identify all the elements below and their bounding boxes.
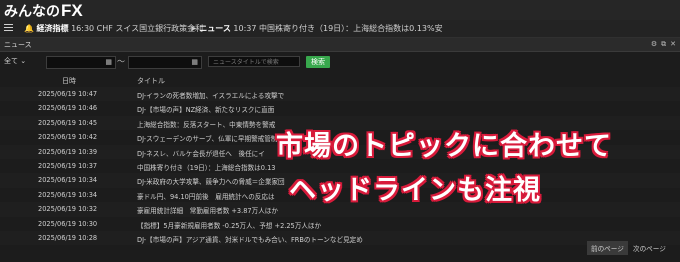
news-date: 2025/06/19 10:34 xyxy=(38,190,98,199)
search-button[interactable]: 検索 xyxy=(306,56,330,68)
gear-icon[interactable]: ⚙ xyxy=(651,40,657,48)
news-date: 2025/06/19 10:37 xyxy=(38,161,98,170)
news-row[interactable]: 2025/06/19 10:46 DJ-【市場の声】NZ経済、新たなリスクに直面 xyxy=(0,101,680,115)
filter-bar: 全て ⌄ ▦ ～ ▦ ニュースタイトルで検索 検索 xyxy=(0,52,680,69)
next-page-button[interactable]: 次のページ xyxy=(633,241,666,255)
news-search-input[interactable]: ニュースタイトルで検索 xyxy=(208,56,300,67)
news-list: 2025/06/19 10:47 DJ-イランの死者数増加、イスラエルによる攻撃で… xyxy=(0,87,680,246)
date-to-input[interactable]: ▦ xyxy=(128,56,202,69)
ticker-text-indicator: 16:30 CHF スイス国立銀行政策金利 xyxy=(71,24,204,33)
panel-header: ニュース ⚙ ⧉ ✕ xyxy=(0,38,680,52)
date-range-separator: ～ xyxy=(117,57,125,66)
news-title[interactable]: DJ-【市場の声】アジア通貨、対米ドルでもみ合い、FRBのトーンなど見定め xyxy=(137,234,363,244)
ticker-bar: 🔔 経済指標 16:30 CHF スイス国立銀行政策金利 ➤ ニュース 10:3… xyxy=(0,20,680,38)
news-title[interactable]: DJ-イランの死者数増加、イスラエルによる攻撃で xyxy=(137,90,284,100)
caption-line-1: 市場のトピックに合わせて xyxy=(276,131,612,162)
app-header: みんなのFX xyxy=(0,0,680,20)
category-select[interactable]: 全て ⌄ xyxy=(4,56,26,66)
caption-line-2: ヘッドラインも注視 xyxy=(289,175,541,206)
date-from-input[interactable]: ▦ xyxy=(46,56,116,69)
panel-title: ニュース xyxy=(4,41,32,49)
news-title[interactable]: 【指標】5月豪新規雇用者数 -0.25万人、予想 +2.25万人ほか xyxy=(137,220,321,230)
news-title[interactable]: 豪雇用統計詳細 常勤雇用者数 +3.87万人ほか xyxy=(137,205,278,215)
news-title[interactable]: DJ-【市場の声】NZ経済、新たなリスクに直面 xyxy=(137,104,274,114)
app-logo[interactable]: みんなのFX xyxy=(4,1,83,21)
panel-controls: ⚙ ⧉ ✕ xyxy=(647,40,676,49)
prev-page-button[interactable]: 前のページ xyxy=(587,241,628,255)
news-title[interactable]: 豪ドル円、94.10円前後 雇用統計への反応は xyxy=(137,191,275,201)
news-date: 2025/06/19 10:39 xyxy=(38,147,98,156)
news-date: 2025/06/19 10:47 xyxy=(38,90,98,98)
logo-fx: FX xyxy=(61,1,83,20)
category-select-value: 全て xyxy=(4,57,18,65)
column-header-title[interactable]: タイトル xyxy=(137,76,165,86)
news-row[interactable]: 2025/06/19 10:30 【指標】5月豪新規雇用者数 -0.25万人、予想… xyxy=(0,217,680,231)
popout-icon[interactable]: ⧉ xyxy=(661,40,666,48)
news-title[interactable]: 中国株寄り付き（19日）：上海総合指数は0.13 xyxy=(137,162,275,172)
news-date: 2025/06/19 10:46 xyxy=(38,104,98,113)
ticker-label-news: ニュース xyxy=(199,24,231,33)
calendar-icon[interactable]: ▦ xyxy=(191,58,198,66)
news-date: 2025/06/19 10:30 xyxy=(38,219,98,228)
news-title[interactable]: 上海総合指数：反落スタート、中東情勢を警戒 xyxy=(137,119,275,129)
close-icon[interactable]: ✕ xyxy=(670,40,676,48)
column-header-date[interactable]: 日時 xyxy=(62,76,76,86)
news-title[interactable]: DJ-米政府の大学攻撃、競争力への脅威＝企業家団 xyxy=(137,176,285,186)
calendar-icon[interactable]: ▦ xyxy=(105,58,112,66)
news-date: 2025/06/19 10:28 xyxy=(38,233,98,242)
news-title[interactable]: DJ-スウェーデンのサーブ、仏軍に早期警戒管制機 xyxy=(137,133,284,143)
megaphone-icon: ➤ xyxy=(190,24,197,33)
news-date: 2025/06/19 10:45 xyxy=(38,118,98,127)
news-row[interactable]: 2025/06/19 10:28 DJ-【市場の声】アジア通貨、対米ドルでもみ合い… xyxy=(0,230,680,246)
ticker-economic-indicator[interactable]: 🔔 経済指標 16:30 CHF スイス国立銀行政策金利 xyxy=(24,23,203,34)
news-row[interactable]: 2025/06/19 10:47 DJ-イランの死者数増加、イスラエルによる攻撃で xyxy=(0,87,680,102)
news-title[interactable]: DJ-ネスレ、バルケ会長が退任へ 後任にイ xyxy=(137,148,265,158)
ticker-label-indicator: 経済指標 xyxy=(36,24,69,33)
news-date: 2025/06/19 10:32 xyxy=(38,205,98,214)
logo-text: みんなの xyxy=(4,3,60,19)
news-date: 2025/06/19 10:42 xyxy=(38,133,98,142)
ticker-text-news: 10:37 中国株寄り付き（19日）：上海総合指数は0.13%安 xyxy=(233,24,443,33)
bell-icon: 🔔 xyxy=(24,24,34,33)
ticker-news[interactable]: ➤ ニュース 10:37 中国株寄り付き（19日）：上海総合指数は0.13%安 xyxy=(190,23,443,34)
menu-icon[interactable] xyxy=(4,24,13,32)
news-date: 2025/06/19 10:34 xyxy=(38,176,98,185)
chevron-down-icon: ⌄ xyxy=(20,57,27,65)
